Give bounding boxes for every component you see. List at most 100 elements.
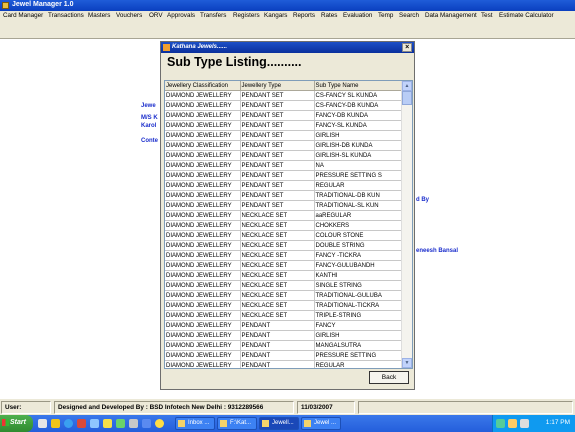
sub-type-grid[interactable]: Jewellery Classification Jewellery Type … [164,80,413,369]
windows-logo-icon [2,419,9,426]
table-row[interactable]: DIAMOND JEWELLERY PENDANT SET NA [165,160,403,171]
table-row[interactable]: DIAMOND JEWELLERY NECKLACE SET FANCY -TICK… [165,250,403,261]
table-row[interactable]: DIAMOND JEWELLERY PENDANT FANCY [165,320,403,331]
column-header-type[interactable]: Jewellery Type [240,81,315,91]
mail-icon [178,420,185,427]
table-row[interactable]: DIAMOND JEWELLERY PENDANT SET CS-FANCY SL … [165,90,403,101]
table-row[interactable]: DIAMOND JEWELLERY PENDANT SET REGULAR [165,180,403,191]
table-row[interactable]: DIAMOND JEWELLERY PENDANT SET TRADITIONAL-… [165,190,403,201]
menu-search[interactable]: Search [399,12,419,19]
scroll-thumb[interactable] [402,91,412,105]
table-row[interactable]: DIAMOND JEWELLERY NECKLACE SET FANCY-GULUB… [165,260,403,271]
menu-test[interactable]: Test [481,12,493,19]
menu-orv[interactable]: ORV [149,12,163,19]
network-icon[interactable] [90,419,99,428]
menu-vouchers[interactable]: Vouchers [116,12,142,19]
column-header-classification[interactable]: Jewellery Classification [165,81,241,91]
table-row[interactable]: DIAMOND JEWELLERY NECKLACE SET KANTHI [165,270,403,281]
notes-icon[interactable] [103,419,112,428]
cell-type: PENDANT SET [240,160,315,171]
table-row[interactable]: DIAMOND JEWELLERY PENDANT SET FANCY-DB KUN… [165,110,403,121]
cell-classification: DIAMOND JEWELLERY [165,230,241,241]
menu-evaluation[interactable]: Evaluation [343,12,372,19]
cell-type: PENDANT SET [240,90,315,101]
taskbar-item-jewell[interactable]: Jewell... [259,417,299,430]
volume-icon[interactable] [520,419,529,428]
table-row[interactable]: DIAMOND JEWELLERY NECKLACE SET CHOKKERS [165,220,403,231]
table-row[interactable]: DIAMOND JEWELLERY PENDANT SET GIRLISH-SL K… [165,150,403,161]
bg-text-1: Jewe [141,103,156,109]
menu-card-manager[interactable]: Card Manager [3,12,43,19]
status-bar: User: Designed and Developed By : BSD In… [0,398,575,416]
folder-icon[interactable] [51,419,60,428]
browser-icon[interactable] [64,419,73,428]
dialog-title-bar: Kathana Jewels...... × [161,42,414,53]
menu-approvals[interactable]: Approvals [167,12,195,19]
column-header-subtype[interactable]: Sub Type Name [314,81,403,91]
table-row[interactable]: DIAMOND JEWELLERY PENDANT PRESSURE SETTING [165,350,403,361]
cell-classification: DIAMOND JEWELLERY [165,130,241,141]
table-row[interactable]: DIAMOND JEWELLERY NECKLACE SET TRADITIONAL… [165,290,403,301]
table-row[interactable]: DIAMOND JEWELLERY PENDANT GIRLISH [165,330,403,341]
app-quick-icon[interactable] [77,419,86,428]
table-row[interactable]: DIAMOND JEWELLERY NECKLACE SET COLOUR STON… [165,230,403,241]
bg-text-4: Conte [141,138,158,144]
menu-data-management[interactable]: Data Management [425,12,477,19]
mail-icon[interactable] [142,419,151,428]
start-button[interactable]: Start [0,415,33,432]
clock[interactable]: 1:17 PM [546,419,570,426]
cell-subtype: TRADITIONAL-TICKRA [314,300,403,311]
cell-classification: DIAMOND JEWELLERY [165,90,241,101]
table-row[interactable]: DIAMOND JEWELLERY NECKLACE SET TRADITIONAL… [165,300,403,311]
table-row[interactable]: DIAMOND JEWELLERY PENDANT SET GIRLISH-DB K… [165,140,403,151]
menu-kangars[interactable]: Kangars [264,12,287,19]
scroll-up-button[interactable]: ▲ [402,81,412,91]
table-row[interactable]: DIAMOND JEWELLERY PENDANT SET PRESSURE SET… [165,170,403,181]
bg-text-3: Karol [141,123,157,129]
cell-subtype: FANCY-DB KUNDA [314,110,403,121]
app-icon [304,420,311,427]
menu-transactions[interactable]: Transactions [48,12,84,19]
menu-rates[interactable]: Rates [321,12,337,19]
table-row[interactable]: DIAMOND JEWELLERY PENDANT SET FANCY-SL KUN… [165,120,403,131]
vertical-scrollbar[interactable]: ▲ ▼ [401,81,412,368]
menu-masters[interactable]: Masters [88,12,110,19]
taskbar-item-jewel[interactable]: Jewel ... [301,417,341,430]
menu-registers[interactable]: Registers [233,12,260,19]
table-row[interactable]: DIAMOND JEWELLERY PENDANT SET TRADITIONAL-… [165,200,403,211]
table-row[interactable]: DIAMOND JEWELLERY NECKLACE SET SINGLE STRI… [165,280,403,291]
taskbar-item-label: Inbox ... [188,420,210,426]
taskbar-item-label: Jewel ... [314,420,337,426]
table-row[interactable]: DIAMOND JEWELLERY NECKLACE SET aaREGULAR [165,210,403,221]
cell-type: NECKLACE SET [240,280,315,291]
table-row[interactable]: DIAMOND JEWELLERY NECKLACE SET TRIPLE-STRI… [165,310,403,321]
media-icon[interactable] [116,419,125,428]
table-row[interactable]: DIAMOND JEWELLERY PENDANT SET CS-FANCY-DB … [165,100,403,111]
table-row[interactable]: DIAMOND JEWELLERY PENDANT REGULAR [165,360,403,368]
cell-subtype: PRESSURE SETTING [314,350,403,361]
table-row[interactable]: DIAMOND JEWELLERY NECKLACE SET DOUBLE STRI… [165,240,403,251]
back-button[interactable]: Back [369,371,409,384]
cell-subtype: SINGLE STRING [314,280,403,291]
cell-classification: DIAMOND JEWELLERY [165,100,241,111]
table-row[interactable]: DIAMOND JEWELLERY PENDANT SET GIRLISH [165,130,403,141]
messenger-icon[interactable] [155,419,164,428]
tool-icon[interactable] [129,419,138,428]
taskbar-item-folder[interactable]: F:\Kat... [217,417,257,430]
desktop-icon[interactable] [38,419,47,428]
status-user: User: [1,401,51,414]
scroll-down-button[interactable]: ▼ [402,358,412,368]
table-row[interactable]: DIAMOND JEWELLERY PENDANT MANGALSUTRA [165,340,403,351]
close-button[interactable]: × [402,43,412,52]
menu-transfers[interactable]: Transfers [200,12,226,19]
taskbar-item-inbox[interactable]: Inbox ... [175,417,215,430]
tray-icon[interactable] [496,419,505,428]
cell-classification: DIAMOND JEWELLERY [165,300,241,311]
cell-classification: DIAMOND JEWELLERY [165,200,241,211]
menu-estimate-calculator[interactable]: Estimate Calculator [499,12,554,19]
cell-type: PENDANT [240,360,315,368]
menu-temp[interactable]: Temp [378,12,393,19]
menu-reports[interactable]: Reports [293,12,315,19]
cell-subtype: GIRLISH [314,130,403,141]
tray-icon[interactable] [508,419,517,428]
